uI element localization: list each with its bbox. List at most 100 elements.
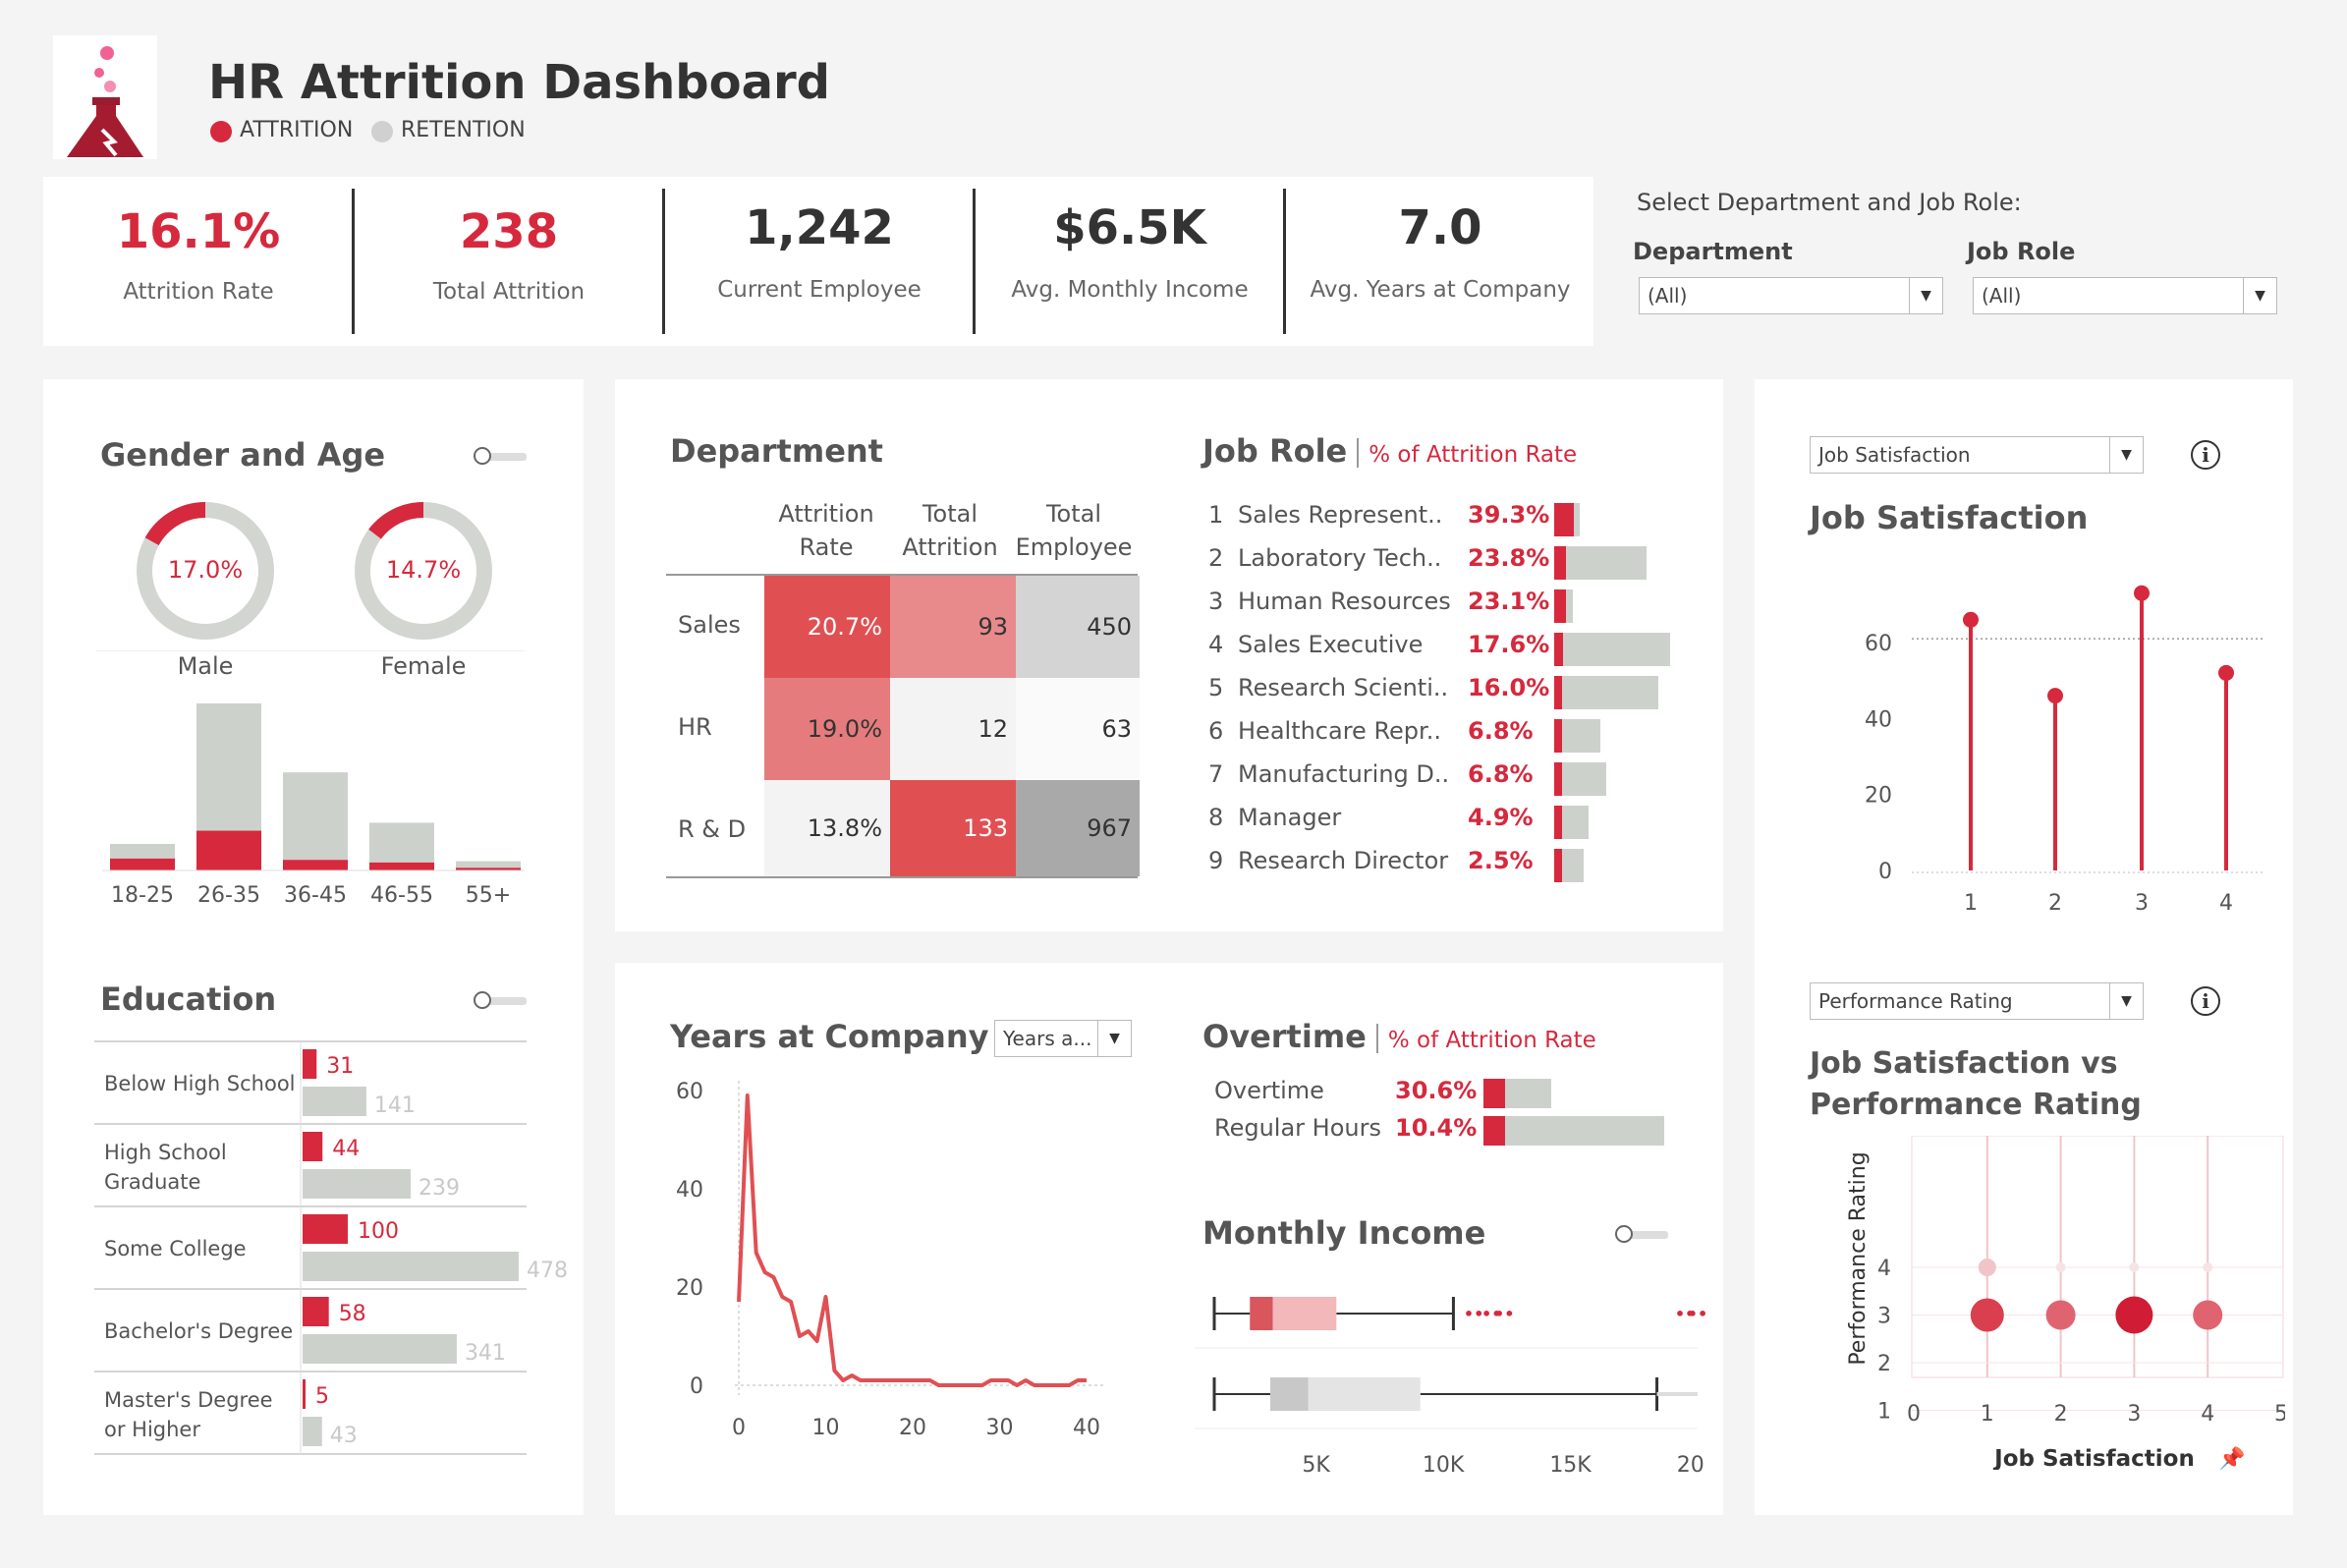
y-tick-label: 0 xyxy=(1878,860,1892,884)
education-label: High School xyxy=(104,1141,227,1164)
row-name-rd: R & D xyxy=(678,815,747,843)
job-role-row[interactable]: 1 Sales Represent.. 39.3% xyxy=(1208,495,1700,538)
overtime-row[interactable]: Overtime 30.6% xyxy=(1208,1073,1700,1110)
kpi-value: 1,242 xyxy=(745,200,894,255)
cell-attrition-hr: 12 xyxy=(890,678,1016,780)
header-line: Employee xyxy=(1015,533,1133,561)
bar-attrition xyxy=(1483,1079,1505,1108)
department-jobrole-card: Department Attrition Rate Total Attrition … xyxy=(615,379,1723,931)
kpi-attrition-rate: 16.1% Attrition Rate xyxy=(43,177,354,346)
performance-rating-dropdown[interactable]: Performance Rating ▼ xyxy=(1810,982,2144,1020)
lollipop-head xyxy=(2218,664,2234,681)
scatter-point xyxy=(2129,1262,2140,1272)
donut-attrition-arc xyxy=(368,502,424,539)
x-tick-label: 1 xyxy=(1964,891,1978,916)
legend-label-attrition: ATTRITION xyxy=(240,118,354,142)
bar-retention xyxy=(283,772,348,861)
logo xyxy=(53,35,157,159)
gender-age-toggle[interactable] xyxy=(474,446,529,468)
lollipop-head xyxy=(2047,688,2063,704)
selected-value: Job Satisfaction xyxy=(1818,443,1971,467)
value-label-attrition: 100 xyxy=(358,1219,399,1244)
toggle-knob xyxy=(1615,1225,1633,1243)
age-bar-chart: 18-25 26-35 36-45 46-55 55+ xyxy=(102,703,525,908)
bar-retention xyxy=(303,1087,366,1116)
department-table: Attrition Rate Total Attrition Total Employ… xyxy=(666,497,1140,878)
donut-male-label: Male xyxy=(177,652,234,680)
donut-attrition-arc xyxy=(144,502,206,546)
gender-age-title: Gender and Age xyxy=(100,436,386,474)
rate-label: 6.8% xyxy=(1468,760,1534,788)
overtime-title-text: Overtime xyxy=(1202,1018,1367,1055)
job-role-name: Manager xyxy=(1238,804,1342,831)
info-icon[interactable]: i xyxy=(2191,440,2220,470)
header-rate: Attrition Rate xyxy=(764,497,888,564)
kpi-total-attrition: 238 Total Attrition xyxy=(354,177,664,346)
bar-attrition xyxy=(1483,1116,1505,1146)
lollipop-head xyxy=(2134,585,2150,601)
job-role-row[interactable]: 3 Human Resources 23.1% xyxy=(1208,582,1700,625)
job-role-row[interactable]: 9 Research Director 2.5% xyxy=(1208,841,1700,884)
education-toggle[interactable] xyxy=(474,990,529,1012)
bar-total xyxy=(1554,633,1670,666)
box-upper xyxy=(1272,1297,1337,1330)
cell-rate-sales: 20.7% xyxy=(764,576,890,678)
header-line: Attrition xyxy=(902,533,998,561)
job-role-row[interactable]: 4 Sales Executive 17.6% xyxy=(1208,625,1700,668)
y-tick-label: 4 xyxy=(1877,1257,1891,1281)
x-tick-label: 0 xyxy=(732,1416,746,1440)
scatter-point xyxy=(1970,1298,2004,1332)
bar-attrition xyxy=(303,1379,306,1409)
bar-total xyxy=(1554,676,1659,709)
job-role-row[interactable]: 2 Laboratory Tech.. 23.8% xyxy=(1208,538,1700,582)
y-tick-label: 20 xyxy=(676,1276,703,1301)
overtime-subtitle: % of Attrition Rate xyxy=(1387,1028,1596,1053)
page-title: HR Attrition Dashboard xyxy=(208,55,830,110)
scatter-point xyxy=(2203,1262,2213,1272)
job-role-row[interactable]: 6 Healthcare Repr.. 6.8% xyxy=(1208,711,1700,755)
bar-attrition xyxy=(283,860,348,870)
x-tick-label: 40 xyxy=(1073,1416,1100,1440)
title-line: Job Satisfaction vs xyxy=(1810,1046,2118,1081)
job-role-row[interactable]: 8 Manager 4.9% xyxy=(1208,798,1700,841)
pin-icon: 📌 xyxy=(2218,1445,2245,1470)
rate-label: 16.0% xyxy=(1468,674,1550,701)
job-satisfaction-lollipop-chart: 0 20 40 60 1 2 3 4 xyxy=(1865,585,2265,916)
chevron-down-icon: ▼ xyxy=(2109,437,2143,473)
kpi-label: Current Employee xyxy=(717,277,922,303)
flask-icon xyxy=(67,46,143,157)
scatter-point xyxy=(2045,1300,2076,1330)
kpi-monthly-income: $6.5K Avg. Monthly Income xyxy=(975,177,1285,346)
rate-label: 30.6% xyxy=(1395,1077,1478,1104)
y-tick-label: 60 xyxy=(676,1080,703,1104)
x-tick-label: 0 xyxy=(1907,1402,1921,1427)
value-label-attrition: 5 xyxy=(315,1384,329,1409)
age-tick-label: 26-35 xyxy=(197,883,260,908)
monthly-income-toggle[interactable] xyxy=(1615,1224,1670,1246)
divider xyxy=(1357,438,1360,468)
bar-attrition xyxy=(1554,719,1562,753)
performance-title: Job Satisfaction vs Performance Rating xyxy=(1810,1043,2142,1126)
job-role-filter-select[interactable]: (All) ▼ xyxy=(1973,277,2277,314)
gender-education-card: Gender and Age 17.0% Male 14.7% Female 1… xyxy=(43,379,584,1515)
legend-dot-attrition xyxy=(210,121,232,142)
row-name-hr: HR xyxy=(678,713,712,741)
y-tick-label: 60 xyxy=(1865,632,1892,656)
job-role-filter-label: Job Role xyxy=(1967,238,2076,265)
job-role-name: Healthcare Repr.. xyxy=(1238,717,1441,745)
department-filter-select[interactable]: (All) ▼ xyxy=(1639,277,1943,314)
job-satisfaction-dropdown[interactable]: Job Satisfaction ▼ xyxy=(1810,436,2144,474)
job-role-row[interactable]: 7 Manufacturing D.. 6.8% xyxy=(1208,755,1700,798)
scatter-point xyxy=(2115,1296,2153,1334)
job-role-row[interactable]: 5 Research Scienti.. 16.0% xyxy=(1208,668,1700,711)
years-dropdown[interactable]: Years a... ▼ xyxy=(994,1020,1132,1057)
rate-label: 6.8% xyxy=(1468,717,1534,745)
x-tick-label: 20 xyxy=(899,1416,926,1440)
bar-total xyxy=(1554,546,1648,580)
y-tick-label: 2 xyxy=(1877,1352,1891,1376)
info-icon[interactable]: i xyxy=(2191,986,2220,1016)
legend-label-retention: RETENTION xyxy=(401,118,526,142)
overtime-row[interactable]: Regular Hours 10.4% xyxy=(1208,1110,1700,1148)
kpi-current-employee: 1,242 Current Employee xyxy=(664,177,975,346)
bar-retention xyxy=(303,1252,519,1281)
